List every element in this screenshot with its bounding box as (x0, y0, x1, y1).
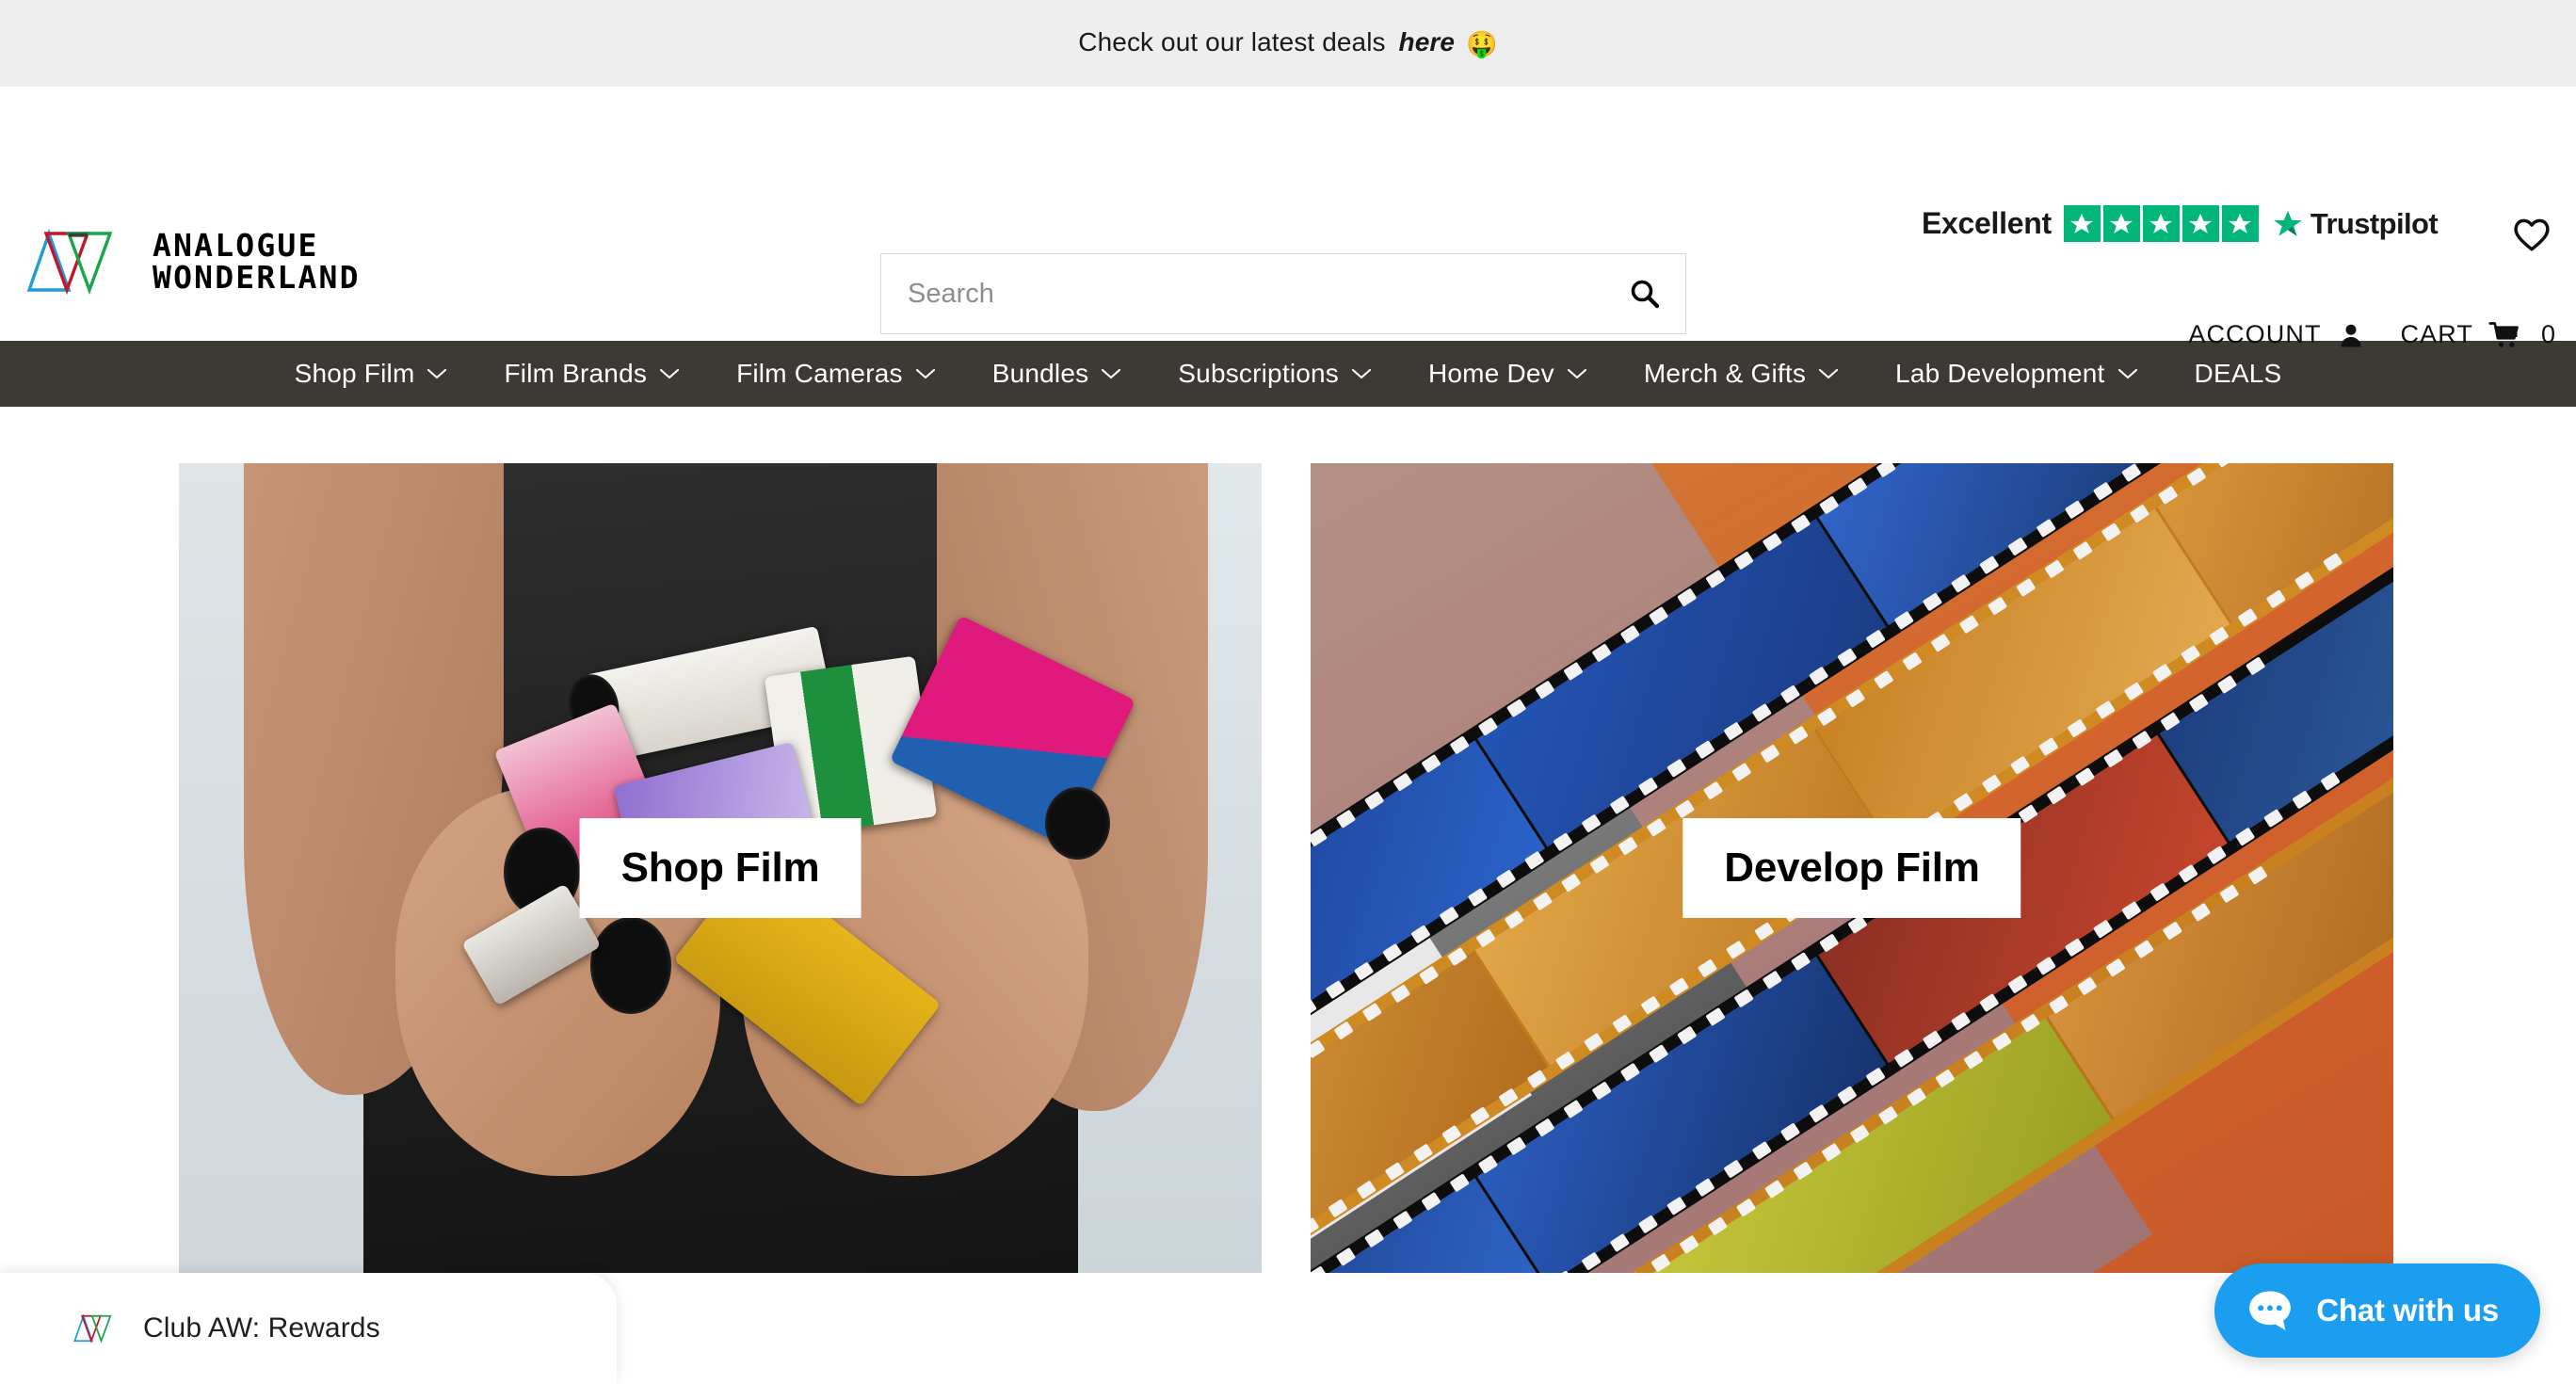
trustpilot-star-icon (2221, 205, 2259, 242)
nav-label: DEALS (2194, 359, 2282, 388)
money-mouth-emoji: 🤑 (1465, 30, 1498, 58)
chevron-down-icon (1818, 368, 1839, 379)
chevron-down-icon (915, 368, 935, 379)
trustpilot-widget[interactable]: Excellent Trustpilot (1922, 205, 2439, 242)
account-cart-group: ACCOUNT CART 0 (2188, 320, 2555, 349)
hero-tile-develop-film[interactable]: Develop Film (1311, 463, 2393, 1273)
cart-label: CART (2400, 320, 2473, 348)
trustpilot-star-icon (2182, 205, 2219, 242)
account-link[interactable]: ACCOUNT (2188, 320, 2364, 349)
aw-logo-mark-icon (26, 228, 113, 295)
chevron-down-icon (2117, 368, 2137, 379)
hero-tile-label-box: Develop Film (1682, 818, 2021, 918)
trustpilot-rating-word: Excellent (1922, 206, 2052, 240)
logo-wordmark: ANALOGUE WONDERLAND (153, 230, 361, 293)
search-input[interactable] (881, 254, 1604, 333)
account-label: ACCOUNT (2188, 320, 2322, 348)
trustpilot-logo: Trustpilot (2271, 206, 2439, 241)
nav-label: Merch & Gifts (1643, 359, 1807, 388)
nav-label: Film Cameras (736, 359, 903, 388)
trustpilot-star-icon (2102, 205, 2140, 242)
chat-with-us-button[interactable]: Chat with us (2214, 1263, 2540, 1358)
hero-tile-label: Shop Film (620, 845, 820, 891)
trustpilot-stars (2063, 205, 2259, 242)
chat-with-us-label: Chat with us (2316, 1293, 2499, 1328)
nav-label: Lab Development (1895, 359, 2105, 388)
announcement-deals-link[interactable]: here (1399, 27, 1456, 56)
chevron-down-icon (1102, 368, 1121, 379)
hero-tile-label: Develop Film (1724, 845, 1980, 891)
hero-tile-label-box: Shop Film (579, 818, 861, 918)
nav-item-deals[interactable]: DEALS (2166, 341, 2310, 407)
announcement-bar: Check out our latest deals here 🤑 (0, 0, 2576, 87)
search-submit-button[interactable] (1604, 254, 1685, 333)
nav-item-film-brands[interactable]: Film Brands (475, 341, 708, 407)
nav-item-home-dev[interactable]: Home Dev (1400, 341, 1616, 407)
site-logo[interactable]: ANALOGUE WONDERLAND (26, 228, 361, 296)
nav-label: Bundles (991, 359, 1089, 388)
nav-item-film-cameras[interactable]: Film Cameras (708, 341, 964, 407)
nav-item-lab-development[interactable]: Lab Development (1867, 341, 2165, 407)
chevron-down-icon (1351, 368, 1372, 379)
announcement-text: Check out our latest deals here 🤑 (1078, 27, 1497, 59)
cart-link[interactable]: CART 0 (2401, 320, 2555, 349)
nav-label: Subscriptions (1178, 359, 1339, 388)
chevron-down-icon (427, 368, 447, 379)
logo-line-2: WONDERLAND (153, 259, 361, 296)
nav-item-subscriptions[interactable]: Subscriptions (1150, 341, 1400, 407)
main-navigation: Shop Film Film Brands Film Cameras Bundl… (0, 341, 2576, 407)
trustpilot-star-icon (2063, 205, 2101, 242)
heart-icon (2514, 218, 2550, 251)
trustpilot-star-icon (2142, 205, 2180, 242)
trustpilot-star-icon (2273, 210, 2302, 236)
trustpilot-brand-label: Trustpilot (2310, 206, 2439, 240)
logo-line-1: ANALOGUE (153, 227, 319, 265)
nav-label: Shop Film (294, 359, 415, 388)
search-form (880, 253, 1686, 334)
hero-tile-shop-film[interactable]: Shop Film (179, 463, 1262, 1273)
nav-item-bundles[interactable]: Bundles (964, 341, 1151, 407)
aw-logo-mark-icon (73, 1313, 112, 1344)
club-aw-rewards-widget[interactable]: Club AW: Rewards (0, 1273, 617, 1384)
cart-icon (2488, 321, 2519, 347)
hero-tiles-row: Shop Film Develop Film (0, 463, 2576, 1273)
nav-item-merch-and-gifts[interactable]: Merch & Gifts (1616, 341, 1867, 407)
chat-bubble-icon (2249, 1291, 2292, 1330)
nav-item-shop-film[interactable]: Shop Film (266, 341, 476, 407)
cart-count-badge: 0 (2540, 320, 2555, 348)
nav-label: Home Dev (1427, 359, 1554, 388)
chevron-down-icon (660, 368, 680, 379)
nav-label: Film Brands (504, 359, 648, 388)
club-aw-rewards-label: Club AW: Rewards (143, 1312, 380, 1344)
site-header: ANALOGUE WONDERLAND Excellent (0, 87, 2576, 348)
announcement-message: Check out our latest deals (1078, 27, 1386, 56)
chevron-down-icon (1567, 368, 1586, 379)
main-content: Shop Film Develop Film Club AW: Rewards … (0, 407, 2576, 1384)
wishlist-button[interactable] (2511, 215, 2552, 257)
search-icon (1631, 280, 1660, 309)
user-icon (2341, 324, 2361, 346)
